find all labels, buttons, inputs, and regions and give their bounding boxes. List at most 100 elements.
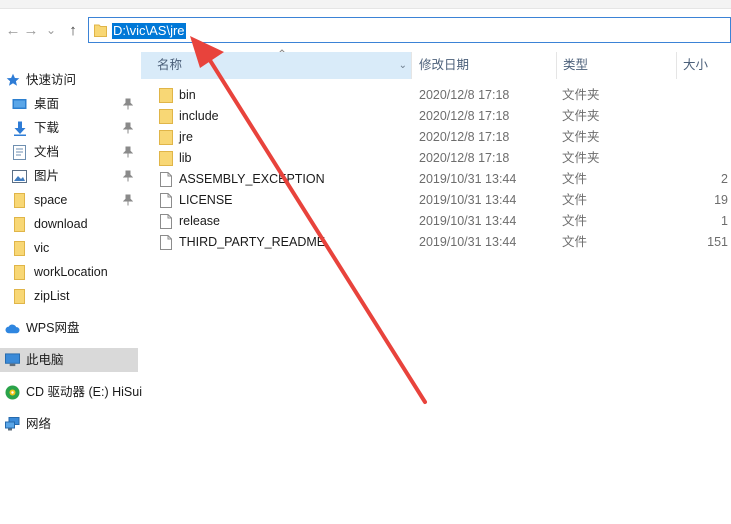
file-row[interactable]: THIRD_PARTY_README 2019/10/31 13:44 文件 1… bbox=[141, 232, 731, 253]
sidebar-item-documents[interactable]: 文档 bbox=[0, 140, 138, 164]
recent-locations-button[interactable]: ⌄ bbox=[44, 20, 58, 40]
file-icon bbox=[160, 235, 172, 250]
download-icon bbox=[12, 121, 27, 136]
file-row[interactable]: release 2019/10/31 13:44 文件 1 bbox=[141, 211, 731, 232]
file-row[interactable]: include 2020/12/8 17:18 文件夹 bbox=[141, 106, 731, 127]
cd-drive-icon bbox=[5, 385, 20, 399]
desktop-icon bbox=[12, 97, 27, 111]
column-header-size[interactable]: 大小 bbox=[683, 52, 708, 79]
sidebar-item-label: workLocation bbox=[34, 265, 108, 279]
up-button[interactable]: ↑ bbox=[64, 20, 82, 40]
file-type: 文件 bbox=[562, 172, 588, 186]
sidebar-item-download[interactable]: download bbox=[0, 212, 138, 236]
chevron-down-icon: ⌄ bbox=[45, 23, 57, 37]
star-icon bbox=[5, 73, 20, 87]
folder-icon bbox=[12, 240, 27, 256]
sidebar-item-this-pc[interactable]: 此电脑 bbox=[0, 348, 138, 372]
file-name: jre bbox=[179, 130, 193, 144]
pin-icon[interactable] bbox=[123, 98, 133, 110]
file-name: lib bbox=[179, 151, 192, 165]
folder-icon bbox=[159, 151, 173, 166]
column-header-label: 类型 bbox=[563, 58, 589, 72]
column-header-label: 名称 bbox=[157, 58, 183, 72]
back-arrow-icon: ← bbox=[5, 21, 21, 39]
column-divider[interactable] bbox=[411, 52, 412, 79]
file-date: 2020/12/8 17:18 bbox=[419, 151, 510, 165]
file-date: 2019/10/31 13:44 bbox=[419, 172, 517, 186]
forward-button[interactable]: → bbox=[22, 20, 40, 40]
sidebar-item-label: vic bbox=[34, 241, 50, 255]
folder-icon bbox=[12, 264, 27, 280]
file-type: 文件夹 bbox=[562, 151, 600, 165]
file-size: 1 bbox=[721, 214, 728, 228]
address-bar[interactable]: D:\vic\AS\jre bbox=[88, 17, 731, 43]
folder-icon bbox=[12, 192, 27, 208]
sidebar-item-vic[interactable]: vic bbox=[0, 236, 138, 260]
file-row[interactable]: bin 2020/12/8 17:18 文件夹 bbox=[141, 85, 731, 106]
sidebar-item-wps-cloud[interactable]: WPS网盘 bbox=[0, 316, 138, 340]
sidebar-item-label: 图片 bbox=[34, 169, 60, 183]
file-type: 文件夹 bbox=[562, 88, 600, 102]
sidebar-item-label: space bbox=[34, 193, 68, 207]
column-divider[interactable] bbox=[676, 52, 677, 79]
pin-icon[interactable] bbox=[123, 122, 133, 134]
sidebar-item-worklocation[interactable]: workLocation bbox=[0, 260, 138, 284]
sidebar-item-label: 此电脑 bbox=[26, 353, 64, 367]
column-header-label: 大小 bbox=[683, 58, 709, 72]
folder-icon bbox=[159, 109, 173, 124]
pin-icon[interactable] bbox=[123, 194, 133, 206]
file-icon bbox=[160, 193, 172, 208]
computer-icon bbox=[5, 353, 20, 367]
sidebar-item-quick-access[interactable]: 快速访问 bbox=[0, 68, 138, 92]
file-name: include bbox=[179, 109, 219, 123]
sidebar-item-downloads[interactable]: 下载 bbox=[0, 116, 138, 140]
file-size: 2 bbox=[721, 172, 728, 186]
file-row[interactable]: ASSEMBLY_EXCEPTION 2019/10/31 13:44 文件 2 bbox=[141, 169, 731, 190]
file-name: ASSEMBLY_EXCEPTION bbox=[179, 172, 325, 186]
sidebar-item-label: 桌面 bbox=[34, 97, 60, 111]
file-date: 2020/12/8 17:18 bbox=[419, 88, 510, 102]
folder-icon bbox=[94, 24, 107, 37]
file-type: 文件 bbox=[562, 214, 588, 228]
file-date: 2020/12/8 17:18 bbox=[419, 109, 510, 123]
pin-icon[interactable] bbox=[123, 170, 133, 182]
sidebar-item-label: CD 驱动器 (E:) HiSui bbox=[26, 385, 142, 399]
folder-icon bbox=[12, 216, 27, 232]
file-type: 文件夹 bbox=[562, 130, 600, 144]
back-button[interactable]: ← bbox=[4, 20, 22, 40]
sidebar-item-label: WPS网盘 bbox=[26, 321, 80, 335]
chevron-down-icon[interactable]: ⌄ bbox=[399, 52, 407, 79]
network-icon bbox=[5, 417, 20, 431]
sidebar-item-pictures[interactable]: 图片 bbox=[0, 164, 138, 188]
sidebar-item-network[interactable]: 网络 bbox=[0, 412, 138, 436]
column-header-label: 修改日期 bbox=[419, 58, 470, 72]
file-icon bbox=[160, 214, 172, 229]
sidebar-item-desktop[interactable]: 桌面 bbox=[0, 92, 138, 116]
file-row[interactable]: LICENSE 2019/10/31 13:44 文件 19 bbox=[141, 190, 731, 211]
sidebar-item-ziplist[interactable]: zipList bbox=[0, 284, 138, 308]
file-date: 2019/10/31 13:44 bbox=[419, 214, 517, 228]
address-path[interactable]: D:\vic\AS\jre bbox=[112, 23, 186, 39]
column-header-type[interactable]: 类型 bbox=[563, 52, 588, 79]
file-type: 文件 bbox=[562, 235, 588, 249]
file-name: release bbox=[179, 214, 220, 228]
sidebar-item-space[interactable]: space bbox=[0, 188, 138, 212]
folder-icon bbox=[159, 130, 173, 145]
sidebar-item-cd-drive[interactable]: CD 驱动器 (E:) HiSui bbox=[0, 380, 142, 404]
pin-icon[interactable] bbox=[123, 146, 133, 158]
column-header-modified[interactable]: 修改日期 bbox=[419, 52, 469, 79]
cloud-icon bbox=[5, 321, 20, 335]
file-date: 2020/12/8 17:18 bbox=[419, 130, 510, 144]
sidebar-item-label: 文档 bbox=[34, 145, 60, 159]
sidebar-item-label: download bbox=[34, 217, 88, 231]
sidebar-item-label: 快速访问 bbox=[26, 73, 77, 87]
file-row[interactable]: jre 2020/12/8 17:18 文件夹 bbox=[141, 127, 731, 148]
column-header-name[interactable]: 名称 ⌄ bbox=[141, 52, 411, 79]
file-name: THIRD_PARTY_README bbox=[179, 235, 326, 249]
file-name: bin bbox=[179, 88, 196, 102]
file-row[interactable]: lib 2020/12/8 17:18 文件夹 bbox=[141, 148, 731, 169]
up-arrow-icon: ↑ bbox=[69, 21, 77, 39]
ribbon-strip bbox=[0, 0, 731, 9]
folder-icon bbox=[159, 88, 173, 103]
column-divider[interactable] bbox=[556, 52, 557, 79]
